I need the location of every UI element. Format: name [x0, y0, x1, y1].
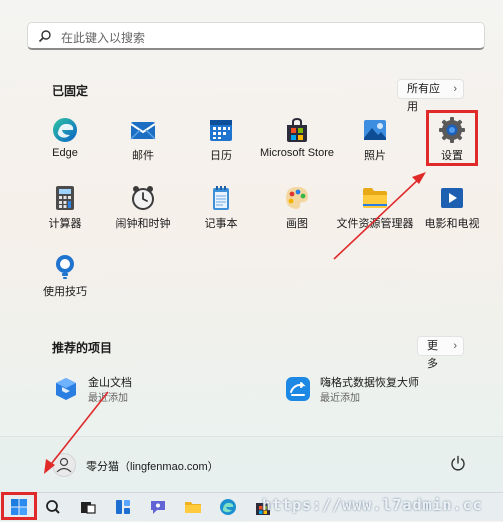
app-photos[interactable]: 照片 [336, 112, 414, 170]
recommended-title: 推荐的项目 [52, 341, 113, 355]
calendar-icon [207, 116, 235, 144]
widgets-icon [116, 500, 130, 514]
watermark: https://www.l7admin.cc [262, 496, 483, 514]
avatar[interactable] [52, 453, 76, 477]
store-icon [283, 116, 311, 144]
clock-icon [129, 184, 157, 212]
taskbar-file-explorer[interactable] [183, 497, 203, 517]
more-button[interactable]: 更多 › [417, 336, 464, 370]
recommended-item-data-recovery[interactable]: 嗨格式数据恢复大师 最近添加 [284, 373, 464, 409]
taskbar-edge[interactable] [218, 497, 238, 517]
app-label: 计算器 [48, 218, 82, 230]
app-edge[interactable]: Edge [26, 112, 104, 170]
app-movies-tv[interactable]: 电影和电视 [413, 180, 491, 238]
photos-icon [361, 116, 389, 144]
power-icon[interactable] [450, 455, 466, 471]
chevron-right-icon: › [453, 340, 457, 352]
app-label: 闹钟和时钟 [115, 218, 171, 230]
task-view-icon [81, 502, 96, 514]
teams-chat-button[interactable] [148, 497, 168, 517]
app-mail[interactable]: 邮件 [104, 112, 182, 170]
app-calendar[interactable]: 日历 [182, 112, 260, 170]
task-view-button[interactable] [78, 497, 98, 517]
calculator-icon [51, 184, 79, 212]
user-icon [56, 457, 72, 473]
app-label: 使用技巧 [43, 286, 87, 298]
search-box[interactable]: 在此键入以搜索 [27, 22, 485, 50]
search-placeholder: 在此键入以搜索 [61, 31, 146, 45]
app-label: Edge [52, 147, 78, 159]
folder-icon [185, 502, 201, 513]
paint-icon [283, 184, 311, 212]
recommended-item-kdocs[interactable]: 金山文档 最近添加 [52, 373, 232, 409]
data-recovery-icon [284, 375, 312, 403]
app-calculator[interactable]: 计算器 [26, 180, 104, 238]
search-icon [38, 30, 51, 43]
app-file-explorer[interactable]: 文件资源管理器 [336, 180, 414, 238]
app-clock[interactable]: 闹钟和时钟 [104, 180, 182, 238]
notepad-icon [207, 184, 235, 212]
movies-tv-icon [438, 184, 466, 212]
recommended-item-name: 金山文档 [88, 377, 132, 389]
app-notepad[interactable]: 记事本 [182, 180, 260, 238]
search-icon [46, 500, 60, 514]
recommended-item-name: 嗨格式数据恢复大师 [320, 377, 419, 389]
kdocs-icon [52, 375, 80, 403]
widgets-button[interactable] [113, 497, 133, 517]
app-paint[interactable]: 画图 [258, 180, 336, 238]
more-label: 更多 [427, 340, 438, 370]
start-button-highlight-box [1, 492, 37, 520]
chevron-right-icon: › [453, 83, 457, 95]
app-label: 电影和电视 [424, 218, 480, 230]
recommended-item-subtitle: 最近添加 [88, 393, 128, 404]
settings-highlight-box [426, 110, 478, 166]
app-microsoft-store[interactable]: Microsoft Store [258, 112, 336, 170]
app-label: 画图 [286, 218, 308, 230]
user-name[interactable]: 零分猫（lingfenmao.com） [86, 458, 219, 474]
app-label: Microsoft Store [260, 147, 334, 159]
start-menu: 在此键入以搜索 已固定 所有应用 › Edge 邮件 日历 Microsoft … [0, 0, 503, 493]
recommended-item-subtitle: 最近添加 [320, 393, 360, 404]
mail-icon [129, 116, 157, 144]
start-footer: 零分猫（lingfenmao.com） [0, 436, 503, 493]
chat-icon [151, 501, 165, 514]
app-label: 邮件 [132, 150, 154, 162]
app-tips[interactable]: 使用技巧 [26, 248, 104, 306]
all-apps-label: 所有应用 [407, 83, 440, 113]
file-explorer-icon [361, 184, 389, 212]
edge-icon [220, 499, 236, 515]
taskbar-search-button[interactable] [43, 497, 63, 517]
edge-icon [51, 116, 79, 144]
all-apps-button[interactable]: 所有应用 › [397, 79, 464, 113]
pinned-title: 已固定 [52, 84, 89, 98]
tips-icon [51, 252, 79, 280]
